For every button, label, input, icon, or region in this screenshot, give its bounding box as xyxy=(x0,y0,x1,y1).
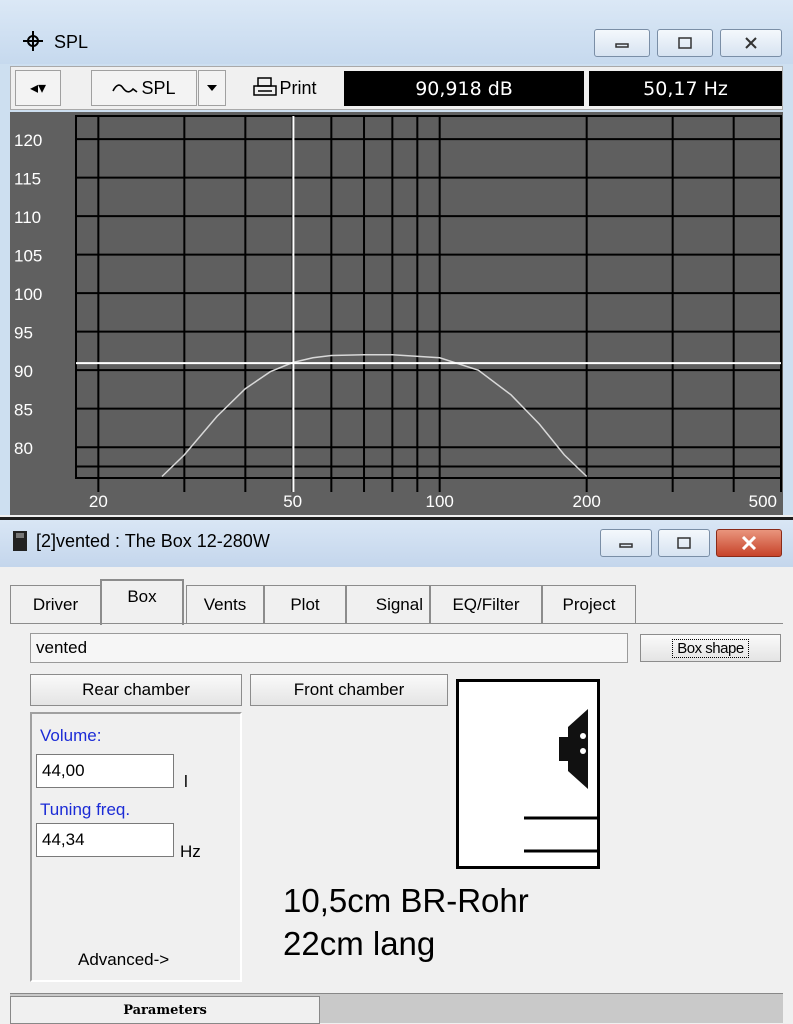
maximize-icon xyxy=(678,37,692,49)
maximize-icon xyxy=(677,537,691,549)
hz-readout: 50,17 Hz xyxy=(589,71,782,106)
close-icon xyxy=(741,536,757,550)
box-titlebar[interactable]: [2]vented : The Box 12-280W xyxy=(0,517,793,567)
nav-arrows-button[interactable]: ◂▾ xyxy=(15,70,61,106)
rear-chamber-button[interactable]: Rear chamber xyxy=(30,674,242,706)
box-window-title: [2]vented : The Box 12-280W xyxy=(36,531,270,551)
status-bar: Parameters xyxy=(10,993,783,1024)
y-tick-label: 110 xyxy=(14,208,41,227)
spl-titlebar[interactable]: SPL xyxy=(0,0,793,64)
curve-select-label: SPL xyxy=(141,77,176,98)
tab-project[interactable]: Project xyxy=(542,585,636,623)
print-label: Print xyxy=(279,77,317,98)
minimize-icon xyxy=(615,43,629,48)
volume-unit: l xyxy=(184,772,188,791)
plot-area xyxy=(75,115,782,479)
close-button[interactable] xyxy=(720,29,782,57)
spl-plot[interactable]: 120 115 110 105 100 95 90 85 80 20 50 100 200 500 xyxy=(10,112,783,515)
y-tick-label: 115 xyxy=(14,170,41,189)
tab-vents[interactable]: Vents xyxy=(186,585,264,623)
front-chamber-button[interactable]: Front chamber xyxy=(250,674,448,706)
print-button[interactable]: Print xyxy=(237,70,333,106)
chevron-down-icon xyxy=(207,85,217,91)
y-tick-label: 105 xyxy=(14,247,42,266)
x-tick-label: 200 xyxy=(572,492,600,511)
close-icon xyxy=(745,37,757,49)
nav-arrows-icon: ◂▾ xyxy=(29,80,47,97)
tab-box[interactable]: Box xyxy=(100,579,184,625)
speaker-driver-icon xyxy=(524,709,597,853)
minimize-icon xyxy=(619,543,633,548)
minimize-button[interactable] xyxy=(600,529,652,557)
vent-note-line1: 10,5cm BR-Rohr xyxy=(283,882,529,919)
volume-field[interactable]: 44,00 xyxy=(36,754,174,788)
advanced-button[interactable]: Advanced-> xyxy=(78,950,169,970)
close-button[interactable] xyxy=(716,529,782,557)
box-diagram xyxy=(456,679,600,869)
tab-driver[interactable]: Driver xyxy=(10,585,100,623)
curve-select-button[interactable]: SPL xyxy=(91,70,197,106)
parameters-status-tab[interactable]: Parameters xyxy=(10,996,320,1024)
y-tick-label: 85 xyxy=(14,401,33,420)
vent-note-line2: 22cm lang xyxy=(283,925,436,962)
tab-signal[interactable]: Signal xyxy=(346,585,430,623)
x-tick-label: 100 xyxy=(425,492,453,511)
x-tick-label: 20 xyxy=(89,492,108,511)
y-tick-label: 90 xyxy=(14,362,33,381)
box-type-field[interactable]: vented xyxy=(30,633,628,663)
y-tick-label: 120 xyxy=(14,131,42,150)
y-tick-label: 80 xyxy=(14,439,33,458)
spl-window-title: SPL xyxy=(54,32,89,52)
db-readout: 90,918 dB xyxy=(344,71,584,106)
x-tick-label: 500 xyxy=(749,492,777,511)
spl-toolbar: ◂▾ SPL Print 90,918 dB 50,17 Hz xyxy=(10,66,783,110)
maximize-button[interactable] xyxy=(657,29,713,57)
tuning-freq-label: Tuning freq. xyxy=(40,800,131,819)
sine-wave-icon xyxy=(112,84,138,93)
box-shape-button[interactable]: Box shape xyxy=(640,634,781,662)
maximize-button[interactable] xyxy=(658,529,710,557)
tuning-freq-unit: Hz xyxy=(180,842,201,861)
spl-chart[interactable]: 120 115 110 105 100 95 90 85 80 20 50 100 200 500 xyxy=(10,112,783,515)
volume-label: Volume: xyxy=(40,726,102,745)
tab-plot[interactable]: Plot xyxy=(264,585,346,623)
minimize-button[interactable] xyxy=(594,29,650,57)
curve-dropdown-button[interactable] xyxy=(198,70,226,106)
crosshair-icon xyxy=(22,30,44,52)
tab-eq-filter[interactable]: EQ/Filter xyxy=(430,585,542,623)
y-tick-label: 100 xyxy=(14,285,42,304)
box-window-icon xyxy=(12,530,28,552)
tab-divider xyxy=(10,623,783,624)
x-tick-label: 50 xyxy=(283,492,302,511)
y-tick-label: 95 xyxy=(14,324,33,343)
tuning-freq-field[interactable]: 44,34 xyxy=(36,823,174,857)
printer-icon xyxy=(253,77,278,96)
